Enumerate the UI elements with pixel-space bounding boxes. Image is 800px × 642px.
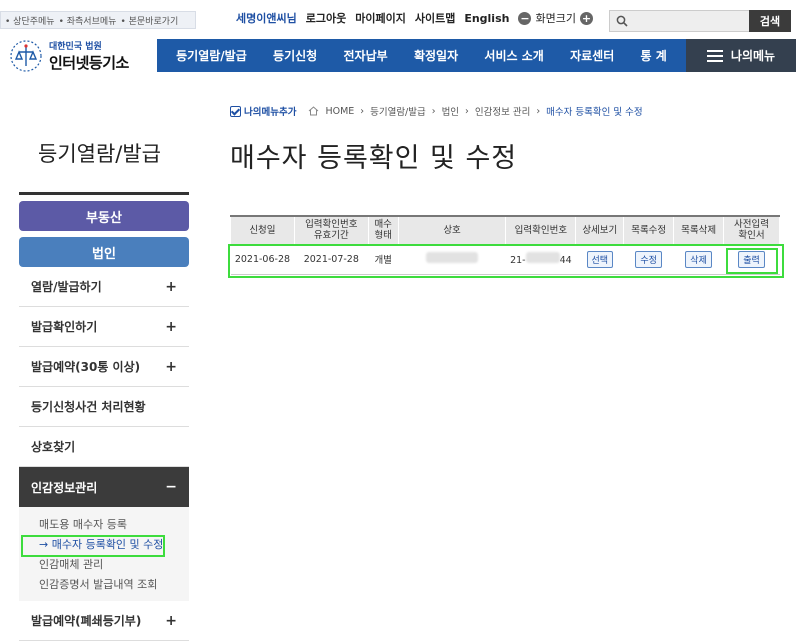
skip-links: • 상단주메뉴 • 좌측서브메뉴 • 본문바로가기: [0, 11, 196, 29]
sidebar-cat-realestate[interactable]: 부동산: [19, 201, 189, 231]
crumb-home[interactable]: HOME: [325, 106, 354, 117]
gnb-resources[interactable]: 자료센터: [570, 47, 614, 64]
search-input[interactable]: [609, 10, 749, 32]
screen-size-label: 화면크기: [535, 12, 576, 25]
search-button[interactable]: 검색: [749, 10, 791, 32]
sidebar-item-label: 발급예약(30통 이상): [31, 360, 141, 374]
section-title: 등기열람/발급: [38, 142, 161, 166]
sidebar-divider: [19, 192, 189, 195]
highlight-submenu: [21, 535, 165, 557]
sidebar: 부동산 법인 열람/발급하기 + 발급확인하기 + 발급예약(30통 이상) + 등기…: [19, 192, 189, 641]
logo-subtitle: 대한민국 법원: [49, 42, 102, 52]
search-icon: [616, 15, 628, 27]
sidebar-item-reserve-closed[interactable]: 발급예약(폐쇄등기부) +: [19, 601, 189, 641]
sidebar-item-label: 열람/발급하기: [31, 280, 102, 294]
submenu-seal-media[interactable]: 인감매체 관리: [39, 555, 189, 575]
add-my-menu-label: 나의메뉴추가: [244, 107, 297, 118]
col-confirm-no: 입력확인번호: [505, 215, 577, 245]
gnb-apply[interactable]: 등기신청: [273, 47, 317, 64]
plus-icon: +: [165, 318, 177, 335]
col-expiry: 입력확인번호 유효기간: [293, 215, 369, 245]
chevron-icon: ›: [536, 105, 541, 117]
search-bar: 검색: [609, 10, 791, 32]
submenu-register-buyer[interactable]: 매도용 매수자 등록: [39, 515, 189, 535]
my-menu-button[interactable]: 나의메뉴: [686, 39, 796, 72]
logout-link[interactable]: 로그아웃: [306, 10, 346, 26]
sitemap-link[interactable]: 사이트맵: [415, 10, 455, 26]
col-delete: 목록삭제: [673, 215, 725, 245]
col-name: 상호: [397, 215, 507, 245]
chevron-icon: ›: [431, 105, 436, 117]
check-icon: [230, 105, 241, 117]
sidebar-item-issue[interactable]: 열람/발급하기 +: [19, 267, 189, 307]
skip-side-menu[interactable]: • 좌측서브메뉴: [59, 14, 117, 27]
col-print: 사전입력 확인서: [723, 215, 780, 245]
english-link[interactable]: English: [464, 12, 509, 25]
sidebar-cat-corporation[interactable]: 법인: [19, 237, 189, 267]
main-navigation: 등기열람/발급 등기신청 전자납부 확정일자 서비스 소개 자료센터 통 계: [157, 39, 686, 72]
sidebar-item-label: 등기신청사건 처리현황: [31, 400, 146, 414]
zoom-out-icon[interactable]: −: [518, 11, 532, 25]
highlight-print: [726, 248, 778, 274]
utility-bar: 세명이앤씨님 로그아웃 마이페이지 사이트맵 English − 화면크기 +: [236, 10, 593, 26]
plus-icon: +: [165, 358, 177, 375]
sidebar-item-seal-info[interactable]: 인감정보관리 −: [19, 467, 189, 507]
chevron-icon: ›: [360, 105, 365, 117]
col-date: 신청일: [230, 215, 295, 245]
sidebar-item-name-search[interactable]: 상호찾기: [19, 427, 189, 467]
sidebar-item-reserve[interactable]: 발급예약(30통 이상) +: [19, 347, 189, 387]
skip-top-menu[interactable]: • 상단주메뉴: [5, 14, 55, 27]
home-icon: [309, 106, 319, 116]
gnb-statistics[interactable]: 통 계: [641, 47, 667, 64]
gnb-fixed-date[interactable]: 확정일자: [414, 47, 458, 64]
mypage-link[interactable]: 마이페이지: [355, 10, 406, 26]
highlight-row: [228, 244, 784, 278]
site-logo[interactable]: 대한민국 법원 인터넷등기소: [9, 36, 149, 76]
skip-content[interactable]: • 본문바로가기: [120, 14, 178, 27]
sidebar-item-verify[interactable]: 발급확인하기 +: [19, 307, 189, 347]
zoom-in-icon[interactable]: +: [579, 11, 593, 25]
sidebar-item-label: 상호찾기: [31, 440, 76, 454]
add-my-menu-button[interactable]: 나의메뉴추가: [230, 104, 296, 118]
logo-title: 인터넷등기소: [49, 54, 129, 72]
crumb-issue[interactable]: 등기열람/발급: [370, 104, 426, 118]
col-type: 매수 형태: [367, 215, 399, 245]
sidebar-item-label: 인감정보관리: [31, 480, 98, 495]
breadcrumb: 나의메뉴추가 HOME › 등기열람/발급 › 법인 › 인감정보 관리 › 매…: [230, 104, 643, 118]
table-header: 신청일 입력확인번호 유효기간 매수 형태 상호 입력확인번호 상세보기 목록수…: [230, 215, 780, 245]
sidebar-item-status[interactable]: 등기신청사건 처리현황: [19, 387, 189, 427]
minus-icon: −: [165, 479, 177, 495]
plus-icon: +: [165, 612, 177, 629]
gnb-payment[interactable]: 전자납부: [344, 47, 388, 64]
col-view: 상세보기: [575, 215, 625, 245]
sidebar-item-label: 발급예약(폐쇄등기부): [31, 614, 142, 628]
court-seal-icon: [10, 40, 42, 72]
crumb-current: 매수자 등록확인 및 수정: [546, 107, 643, 118]
hamburger-icon: [706, 49, 723, 62]
submenu-seal-history[interactable]: 인감증명서 발급내역 조회: [39, 575, 189, 595]
gnb-issue[interactable]: 등기열람/발급: [176, 47, 247, 64]
welcome-user: 세명이앤씨님: [236, 12, 297, 25]
gnb-service[interactable]: 서비스 소개: [484, 47, 543, 64]
screen-size-control: − 화면크기 +: [518, 10, 593, 26]
plus-icon: +: [165, 278, 177, 295]
page-title: 매수자 등록확인 및 수정: [230, 143, 518, 174]
crumb-seal-info[interactable]: 인감정보 관리: [475, 104, 530, 118]
my-menu-label: 나의메뉴: [730, 49, 776, 63]
crumb-corp[interactable]: 법인: [442, 104, 459, 118]
sidebar-item-label: 발급확인하기: [31, 320, 98, 334]
col-edit: 목록수정: [623, 215, 675, 245]
chevron-icon: ›: [465, 105, 469, 117]
